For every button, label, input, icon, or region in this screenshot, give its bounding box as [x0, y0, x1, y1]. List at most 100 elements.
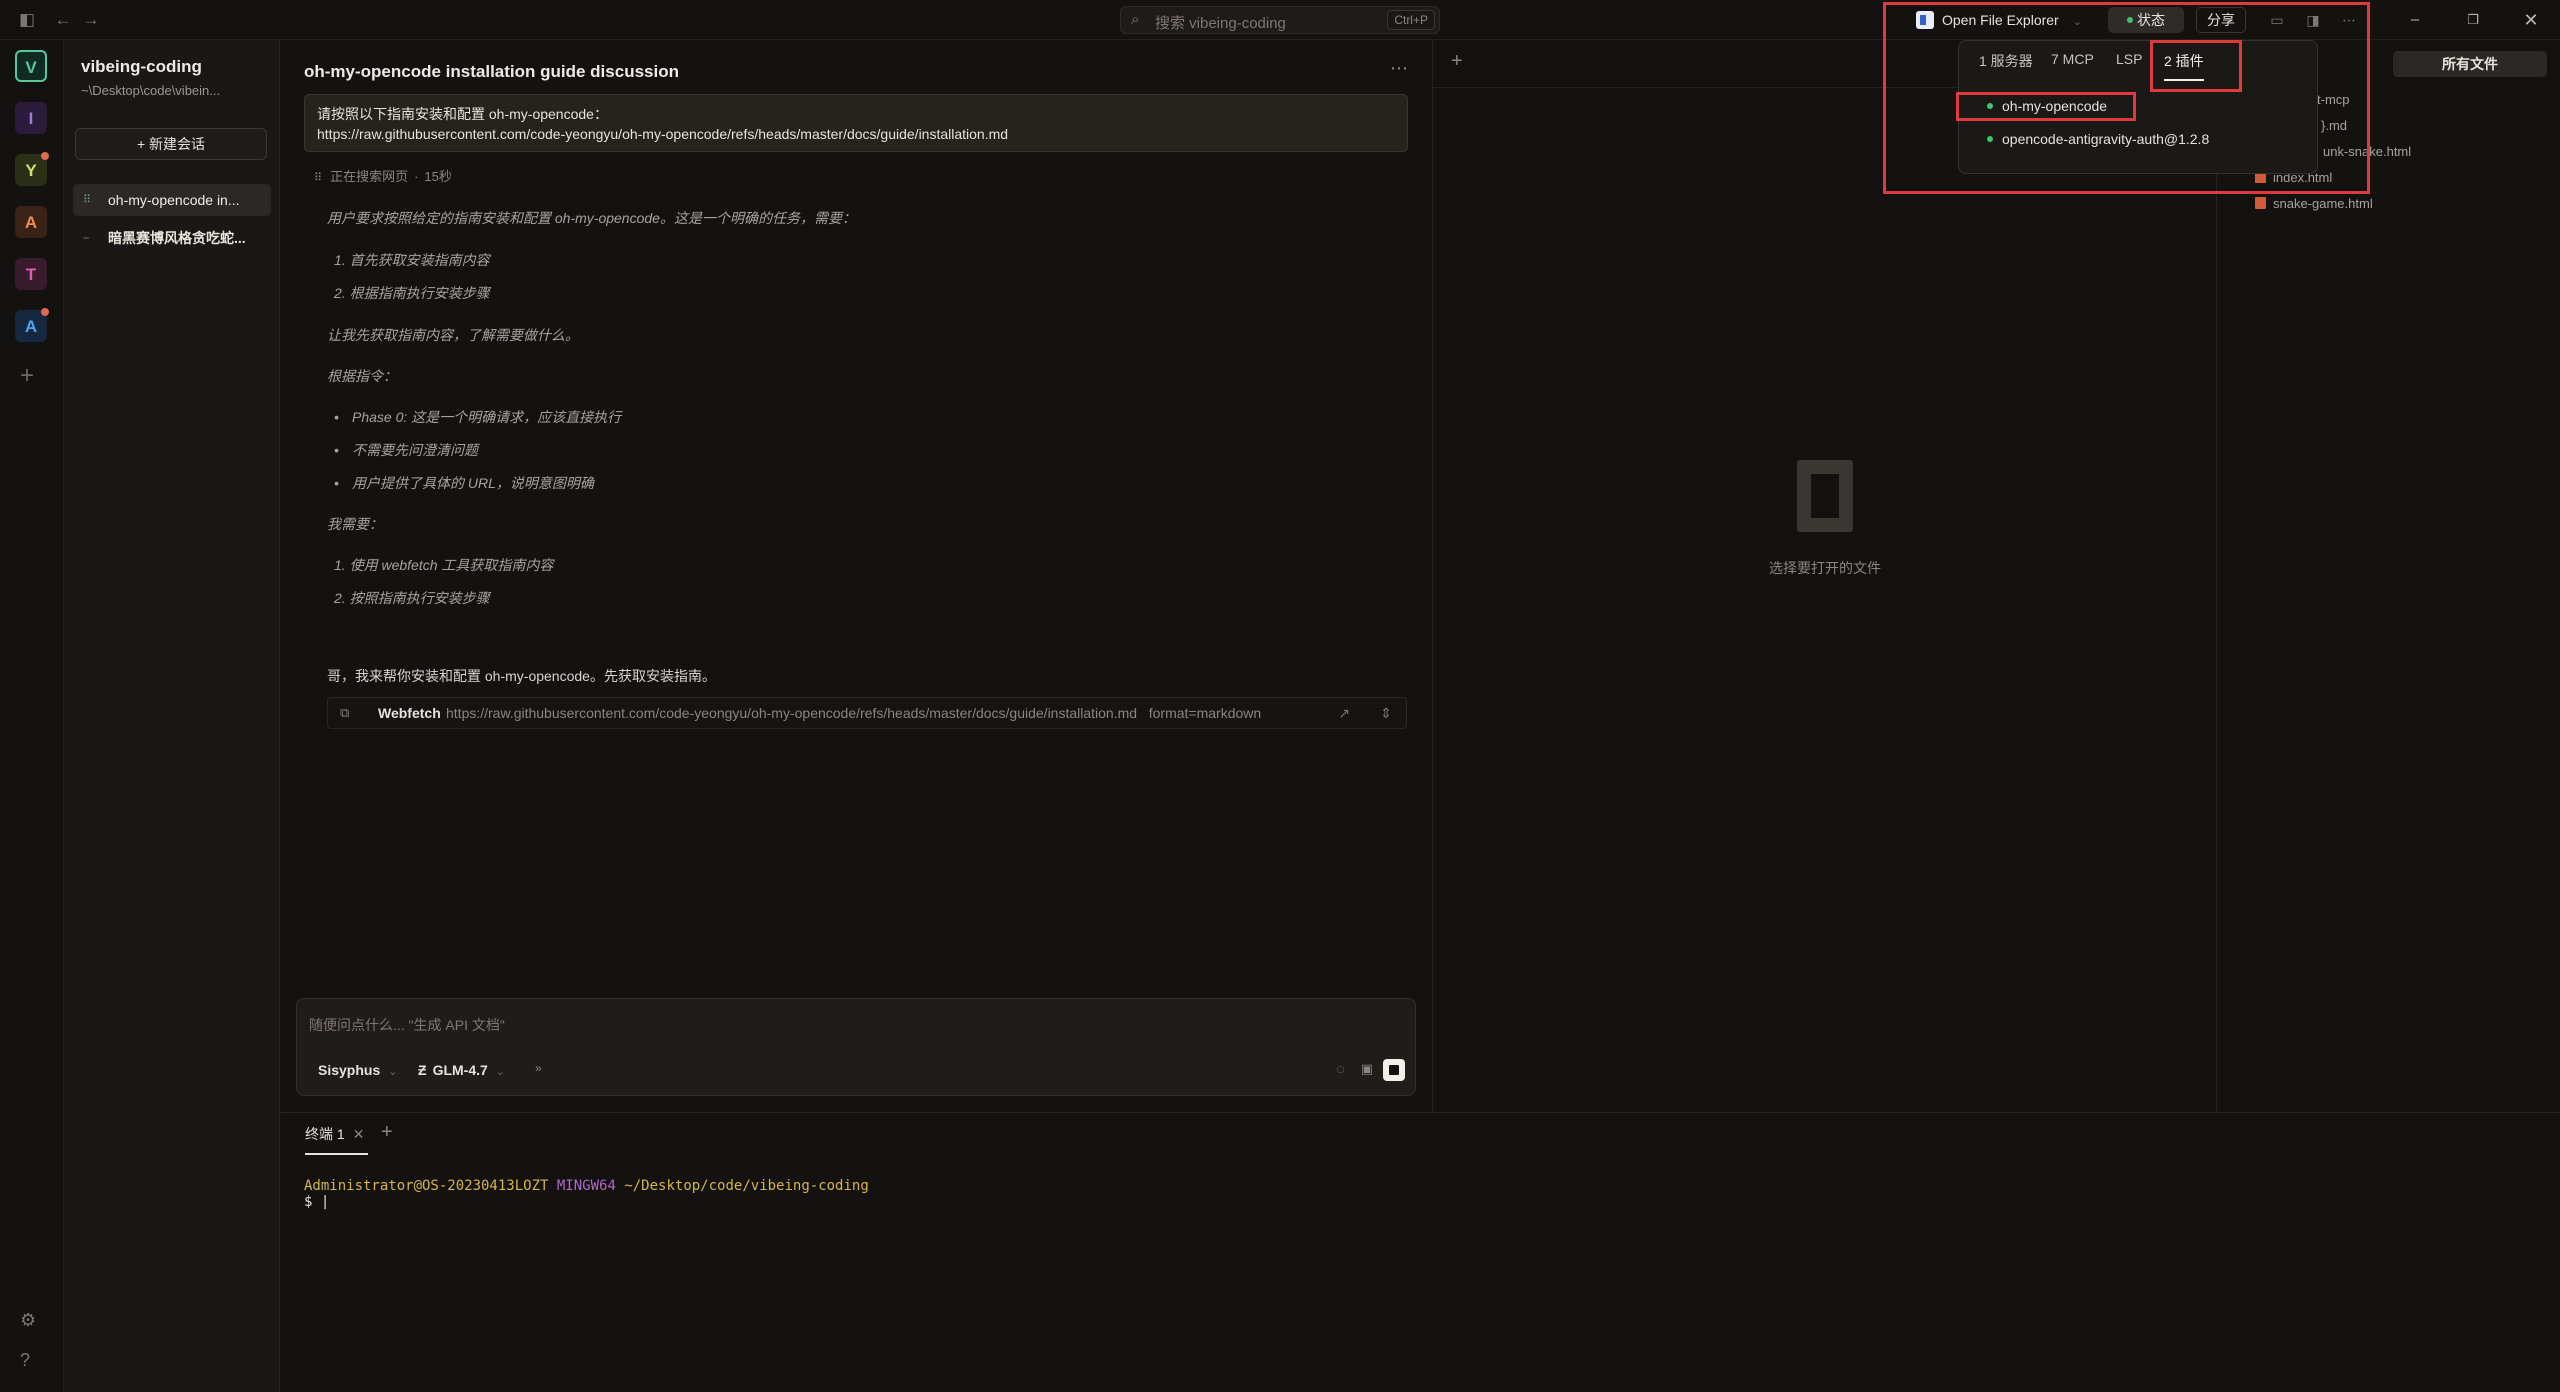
toggle-right-panel-icon[interactable]: ◨	[2302, 9, 2324, 31]
webfetch-icon: ⧉	[340, 705, 350, 720]
session-icon: –	[83, 232, 90, 244]
webfetch-tool-call[interactable]: ⧉ Webfetch https://raw.githubusercontent…	[327, 697, 1407, 729]
thinking-step: 2. 根据指南执行安装步骤	[334, 285, 490, 301]
thinking-step: 1. 使用 webfetch 工具获取指南内容	[334, 557, 554, 573]
more-options-icon[interactable]: ⋯	[1390, 58, 1408, 79]
status-popup: 1 服务器 7 MCP LSP 2 插件 oh-my-opencode open…	[1958, 40, 2318, 174]
plugin-item[interactable]: opencode-antigravity-auth@1.2.8	[1987, 131, 2209, 147]
agent-selector[interactable]: Sisyphus ⌄	[318, 1062, 397, 1078]
bullet-text: 不需要先问澄清问题	[352, 442, 478, 458]
title-bar: ◧ ← → ⌕ 搜索 vibeing-coding Ctrl+P Open Fi…	[0, 0, 2560, 40]
thinking-step: 1. 首先获取安装指南内容	[334, 252, 490, 268]
project-i-avatar[interactable]: I	[15, 102, 47, 134]
session-item-active[interactable]: ⠿ oh-my-opencode in...	[73, 184, 271, 216]
open-file-explorer-button[interactable]: Open File Explorer ⌄	[1916, 8, 2082, 32]
add-tab-icon[interactable]: +	[1451, 50, 1463, 73]
thinking-bullet: • 用户提供了具体的 URL，说明意图明确	[334, 473, 594, 493]
add-project-icon[interactable]: +	[20, 362, 34, 390]
chat-title: oh-my-opencode installation guide discus…	[304, 62, 679, 81]
project-t-avatar[interactable]: T	[15, 258, 47, 290]
all-files-tab[interactable]: 所有文件	[2393, 51, 2547, 77]
model-selector[interactable]: Ƶ GLM-4.7 ⌄	[418, 1062, 505, 1078]
searching-label: 正在搜索网页	[330, 169, 409, 184]
bullet-icon: •	[334, 475, 339, 491]
searching-status[interactable]: ⠿ 正在搜索网页 · 15秒	[314, 166, 452, 185]
project-letter: Y	[25, 161, 37, 180]
terminal-cwd: ~/Desktop/code/vibeing-coding	[624, 1178, 869, 1194]
workspace-title: vibeing-coding	[81, 57, 202, 76]
file-name: snake-game.html	[2273, 196, 2373, 211]
webfetch-url: https://raw.githubusercontent.com/code-y…	[446, 698, 1261, 728]
project-y-avatar[interactable]: Y	[15, 152, 49, 186]
file-item[interactable]: t-mcp	[2317, 92, 2350, 107]
session-item[interactable]: – 暗黑赛博风格贪吃蛇...	[73, 222, 271, 254]
close-icon[interactable]: ✕	[2516, 8, 2546, 32]
plugin-item[interactable]: oh-my-opencode	[1987, 98, 2107, 114]
settings-gear-icon[interactable]: ⚙	[20, 1310, 36, 1331]
back-arrow-icon[interactable]: ←	[52, 9, 74, 31]
plugin-name: opencode-antigravity-auth@1.2.8	[2002, 131, 2210, 147]
separator-dot: ·	[414, 169, 419, 184]
file-item[interactable]: }.md	[2321, 118, 2347, 133]
status-dot-icon	[1987, 103, 1993, 109]
loading-spinner-icon: ◌	[1336, 1061, 1345, 1078]
bullet-text: Phase 0: 这是一个明确请求，应该直接执行	[352, 409, 622, 425]
tab-plugins[interactable]: 2 插件	[2164, 51, 2204, 81]
project-a-avatar[interactable]: A	[15, 206, 47, 238]
status-dot-icon	[1987, 136, 1993, 142]
tab-mcp[interactable]: 7 MCP	[2051, 51, 2094, 67]
file-viewer-panel: + 选择要打开的文件	[1432, 40, 2217, 1112]
thinking-text: 根据指令：	[327, 368, 397, 384]
stop-button[interactable]	[1383, 1059, 1405, 1081]
file-item[interactable]: unk-snake.html	[2323, 144, 2411, 159]
empty-viewer-label: 选择要打开的文件	[1769, 560, 1881, 576]
open-external-icon[interactable]: ↗	[1338, 698, 1350, 728]
tab-servers[interactable]: 1 服务器	[1979, 51, 2033, 71]
chat-panel: oh-my-opencode installation guide discus…	[281, 40, 1432, 1112]
help-icon[interactable]: ?	[20, 1350, 30, 1371]
composer-input[interactable]: 随便问点什么... "生成 API 文档"	[309, 1015, 505, 1035]
share-button[interactable]: 分享	[2196, 7, 2246, 33]
toggle-bottom-panel-icon[interactable]: ▭	[2266, 9, 2288, 31]
bullet-icon: •	[334, 442, 339, 458]
thinking-text: 我需要：	[327, 516, 383, 532]
webfetch-args: format=markdown	[1148, 705, 1262, 721]
terminal-shell: MINGW64	[556, 1178, 616, 1194]
terminal-input-line[interactable]: $ |	[304, 1194, 329, 1210]
project-v-avatar[interactable]: V	[15, 50, 47, 82]
options-chevron-icon[interactable]: »	[535, 1061, 542, 1075]
layout-icon[interactable]: ⋯	[2338, 9, 2360, 31]
project-letter: T	[25, 265, 37, 284]
image-attach-icon[interactable]: ▣	[1361, 1061, 1373, 1077]
chevron-down-icon: ⌄	[388, 1066, 398, 1078]
agent-label: Sisyphus	[318, 1062, 381, 1078]
webfetch-url-text: https://raw.githubusercontent.com/code-y…	[446, 705, 1138, 721]
tab-lsp[interactable]: LSP	[2116, 51, 2142, 67]
close-tab-icon[interactable]: ✕	[353, 1126, 365, 1142]
project-a2-avatar[interactable]: A	[15, 308, 49, 342]
expand-collapse-icon[interactable]: ⇕	[1380, 698, 1392, 728]
stop-icon	[1389, 1065, 1399, 1075]
user-message-line: 请按照以下指南安装和配置 oh-my-opencode：	[317, 106, 608, 122]
status-button[interactable]: 状态	[2108, 7, 2184, 33]
sidebar-toggle-icon[interactable]: ◧	[16, 9, 38, 31]
terminal-panel: 终端 1 ✕ + Administrator@OS-20230413LOZT MI…	[281, 1112, 2560, 1392]
project-letter: A	[24, 213, 38, 232]
project-letter: V	[25, 58, 37, 77]
new-session-button[interactable]: + 新建会话	[75, 128, 267, 160]
file-item[interactable]: snake-game.html	[2255, 196, 2373, 211]
thinking-text: 用户要求按照给定的指南安装和配置 oh-my-opencode。这是一个明确的任…	[327, 210, 856, 226]
forward-arrow-icon[interactable]: →	[80, 9, 102, 31]
restore-icon[interactable]: ❐	[2458, 8, 2488, 32]
message-composer[interactable]: 随便问点什么... "生成 API 文档" Sisyphus ⌄ Ƶ GLM-4.7…	[296, 998, 1416, 1096]
open-file-explorer-label: Open File Explorer	[1942, 12, 2059, 28]
bullet-text: 用户提供了具体的 URL，说明意图明确	[352, 475, 594, 491]
terminal-user-host: Administrator@OS-20230413LOZT	[304, 1178, 549, 1194]
session-label: 暗黑赛博风格贪吃蛇...	[108, 230, 246, 246]
user-message: 请按照以下指南安装和配置 oh-my-opencode： https://raw…	[304, 94, 1408, 152]
minimize-icon[interactable]: –	[2400, 8, 2430, 32]
add-terminal-icon[interactable]: +	[381, 1121, 393, 1144]
terminal-tab[interactable]: 终端 1 ✕	[305, 1123, 369, 1155]
search-input[interactable]: ⌕ 搜索 vibeing-coding Ctrl+P	[1120, 6, 1440, 34]
expand-icon: ⠿	[314, 172, 323, 184]
